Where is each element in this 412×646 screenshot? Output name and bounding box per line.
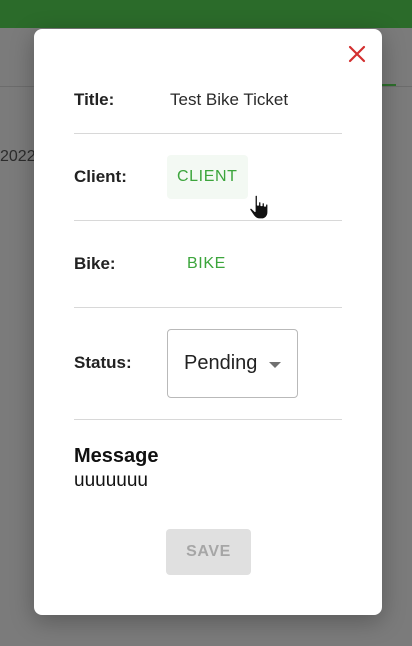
title-value: Test Bike Ticket xyxy=(170,90,289,109)
status-select-value: Pending xyxy=(184,351,258,374)
ticket-dialog: Title: Test Bike Ticket Client: CLIENT B… xyxy=(34,29,382,615)
bike-button[interactable]: BIKE xyxy=(177,242,236,286)
save-button[interactable]: SAVE xyxy=(166,529,251,575)
app-bar xyxy=(0,0,412,28)
divider xyxy=(74,307,342,308)
divider xyxy=(74,220,342,221)
message-text: uuuuuuu xyxy=(74,470,148,491)
status-select[interactable]: Pending xyxy=(167,328,298,398)
background-tab-indicator xyxy=(380,84,396,86)
title-row: Title: Test Bike Ticket xyxy=(74,87,342,113)
title-label: Title: xyxy=(74,90,115,109)
status-row: Status: Pending xyxy=(74,328,342,398)
client-row: Client: CLIENT xyxy=(74,155,342,199)
message-heading: Message xyxy=(74,445,159,467)
status-label: Status: xyxy=(74,353,132,372)
background-date-text: 2022 xyxy=(0,148,36,165)
chevron-down-icon xyxy=(269,361,281,368)
divider xyxy=(74,133,342,134)
divider xyxy=(74,419,342,420)
close-button[interactable] xyxy=(344,41,370,67)
client-button[interactable]: CLIENT xyxy=(167,155,248,199)
client-label: Client: xyxy=(74,167,127,186)
bike-label: Bike: xyxy=(74,254,116,273)
close-icon xyxy=(348,45,366,63)
hand-pointer-cursor-icon xyxy=(249,194,269,220)
bike-row: Bike: BIKE xyxy=(74,249,342,279)
